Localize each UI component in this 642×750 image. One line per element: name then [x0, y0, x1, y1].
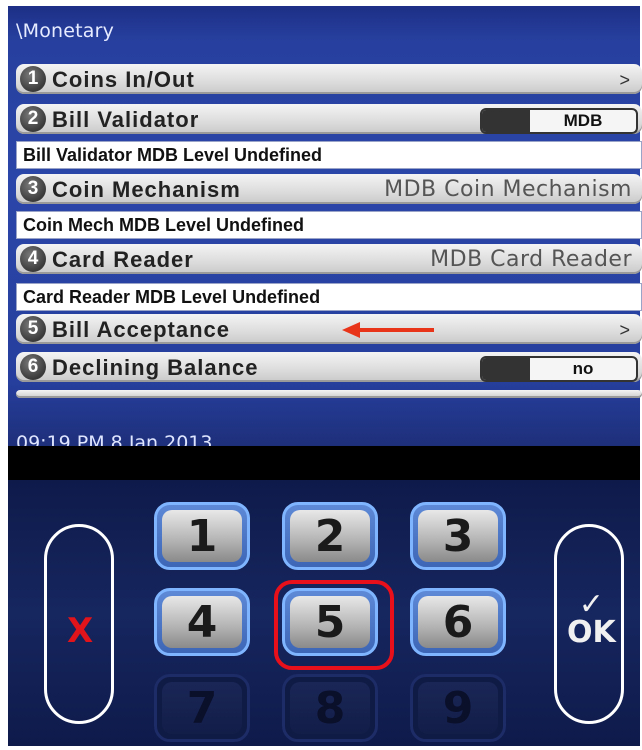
key-label: 8 [290, 682, 370, 734]
coin-mech-info: Coin Mech MDB Level Undefined [16, 211, 642, 239]
key-label: 1 [162, 510, 242, 562]
menu-item-coins-in-out[interactable]: 1 Coins In/Out > [16, 64, 642, 94]
menu-item-label: Coin Mechanism [52, 177, 241, 202]
info-text: Bill Validator MDB Level Undefined [23, 145, 323, 165]
key-label: 6 [418, 596, 498, 648]
item-number-5-icon: 5 [20, 316, 46, 342]
key-6[interactable]: 6 [410, 588, 506, 656]
menu-item-card-reader[interactable]: 4 Card Reader MDB Card Reader [16, 244, 642, 274]
bill-validator-toggle[interactable]: MDB [480, 108, 638, 134]
chevron-right-icon: > [619, 320, 630, 340]
key-4[interactable]: 4 [154, 588, 250, 656]
key-5-highlight [274, 580, 394, 670]
divider-band [8, 446, 640, 480]
item-number-6-icon: 6 [20, 354, 46, 380]
menu-item-bill-validator[interactable]: 2 Bill Validator MDB [16, 104, 642, 134]
toggle-knob [482, 110, 530, 132]
menu-item-declining-balance[interactable]: 6 Declining Balance no [16, 352, 642, 382]
bill-validator-info: Bill Validator MDB Level Undefined [16, 141, 642, 169]
menu-item-label: Bill Acceptance [52, 317, 231, 342]
info-text: Card Reader MDB Level Undefined [23, 287, 321, 307]
menu-item-label: Coins In/Out [52, 67, 195, 92]
declining-balance-toggle[interactable]: no [480, 356, 638, 382]
ok-button[interactable]: ✓ OK [554, 524, 624, 724]
key-8[interactable]: 8 [282, 674, 378, 742]
key-label: 2 [290, 510, 370, 562]
key-label: 4 [162, 596, 242, 648]
menu-item-value: MDB Card Reader [430, 247, 632, 272]
ok-label: OK [567, 615, 616, 650]
item-number-2-icon: 2 [20, 106, 46, 132]
item-number-1-icon: 1 [20, 66, 46, 92]
menu-item-partial[interactable] [16, 390, 642, 398]
item-number-4-icon: 4 [20, 246, 46, 272]
kiosk-display: \Monetary 1 Coins In/Out > 2 Bill Valida… [0, 0, 642, 750]
item-number-3-icon: 3 [20, 176, 46, 202]
key-label: 3 [418, 510, 498, 562]
menu-item-label: Card Reader [52, 247, 194, 272]
key-2[interactable]: 2 [282, 502, 378, 570]
toggle-knob [482, 358, 530, 380]
cancel-button[interactable]: X [44, 524, 114, 724]
key-9[interactable]: 9 [410, 674, 506, 742]
info-text: Coin Mech MDB Level Undefined [23, 215, 305, 235]
key-7[interactable]: 7 [154, 674, 250, 742]
key-1[interactable]: 1 [154, 502, 250, 570]
key-label: 9 [418, 682, 498, 734]
x-icon: X [67, 611, 94, 651]
menu-item-coin-mechanism[interactable]: 3 Coin Mechanism MDB Coin Mechanism [16, 174, 642, 204]
key-label: 7 [162, 682, 242, 734]
checkmark-icon: ✓ OK [567, 590, 616, 650]
menu-item-label: Declining Balance [52, 355, 259, 380]
menu-item-label: Bill Validator [52, 107, 200, 132]
card-reader-info: Card Reader MDB Level Undefined [16, 283, 642, 311]
page-title: \Monetary [16, 20, 115, 42]
toggle-value: MDB [563, 111, 603, 130]
toggle-value: no [572, 359, 594, 378]
menu-item-value: MDB Coin Mechanism [384, 177, 632, 202]
monetary-screen: \Monetary 1 Coins In/Out > 2 Bill Valida… [8, 6, 642, 454]
key-3[interactable]: 3 [410, 502, 506, 570]
menu-item-bill-acceptance[interactable]: 5 Bill Acceptance > [16, 314, 642, 344]
chevron-right-icon: > [619, 70, 630, 90]
left-arrow-icon [342, 322, 434, 338]
